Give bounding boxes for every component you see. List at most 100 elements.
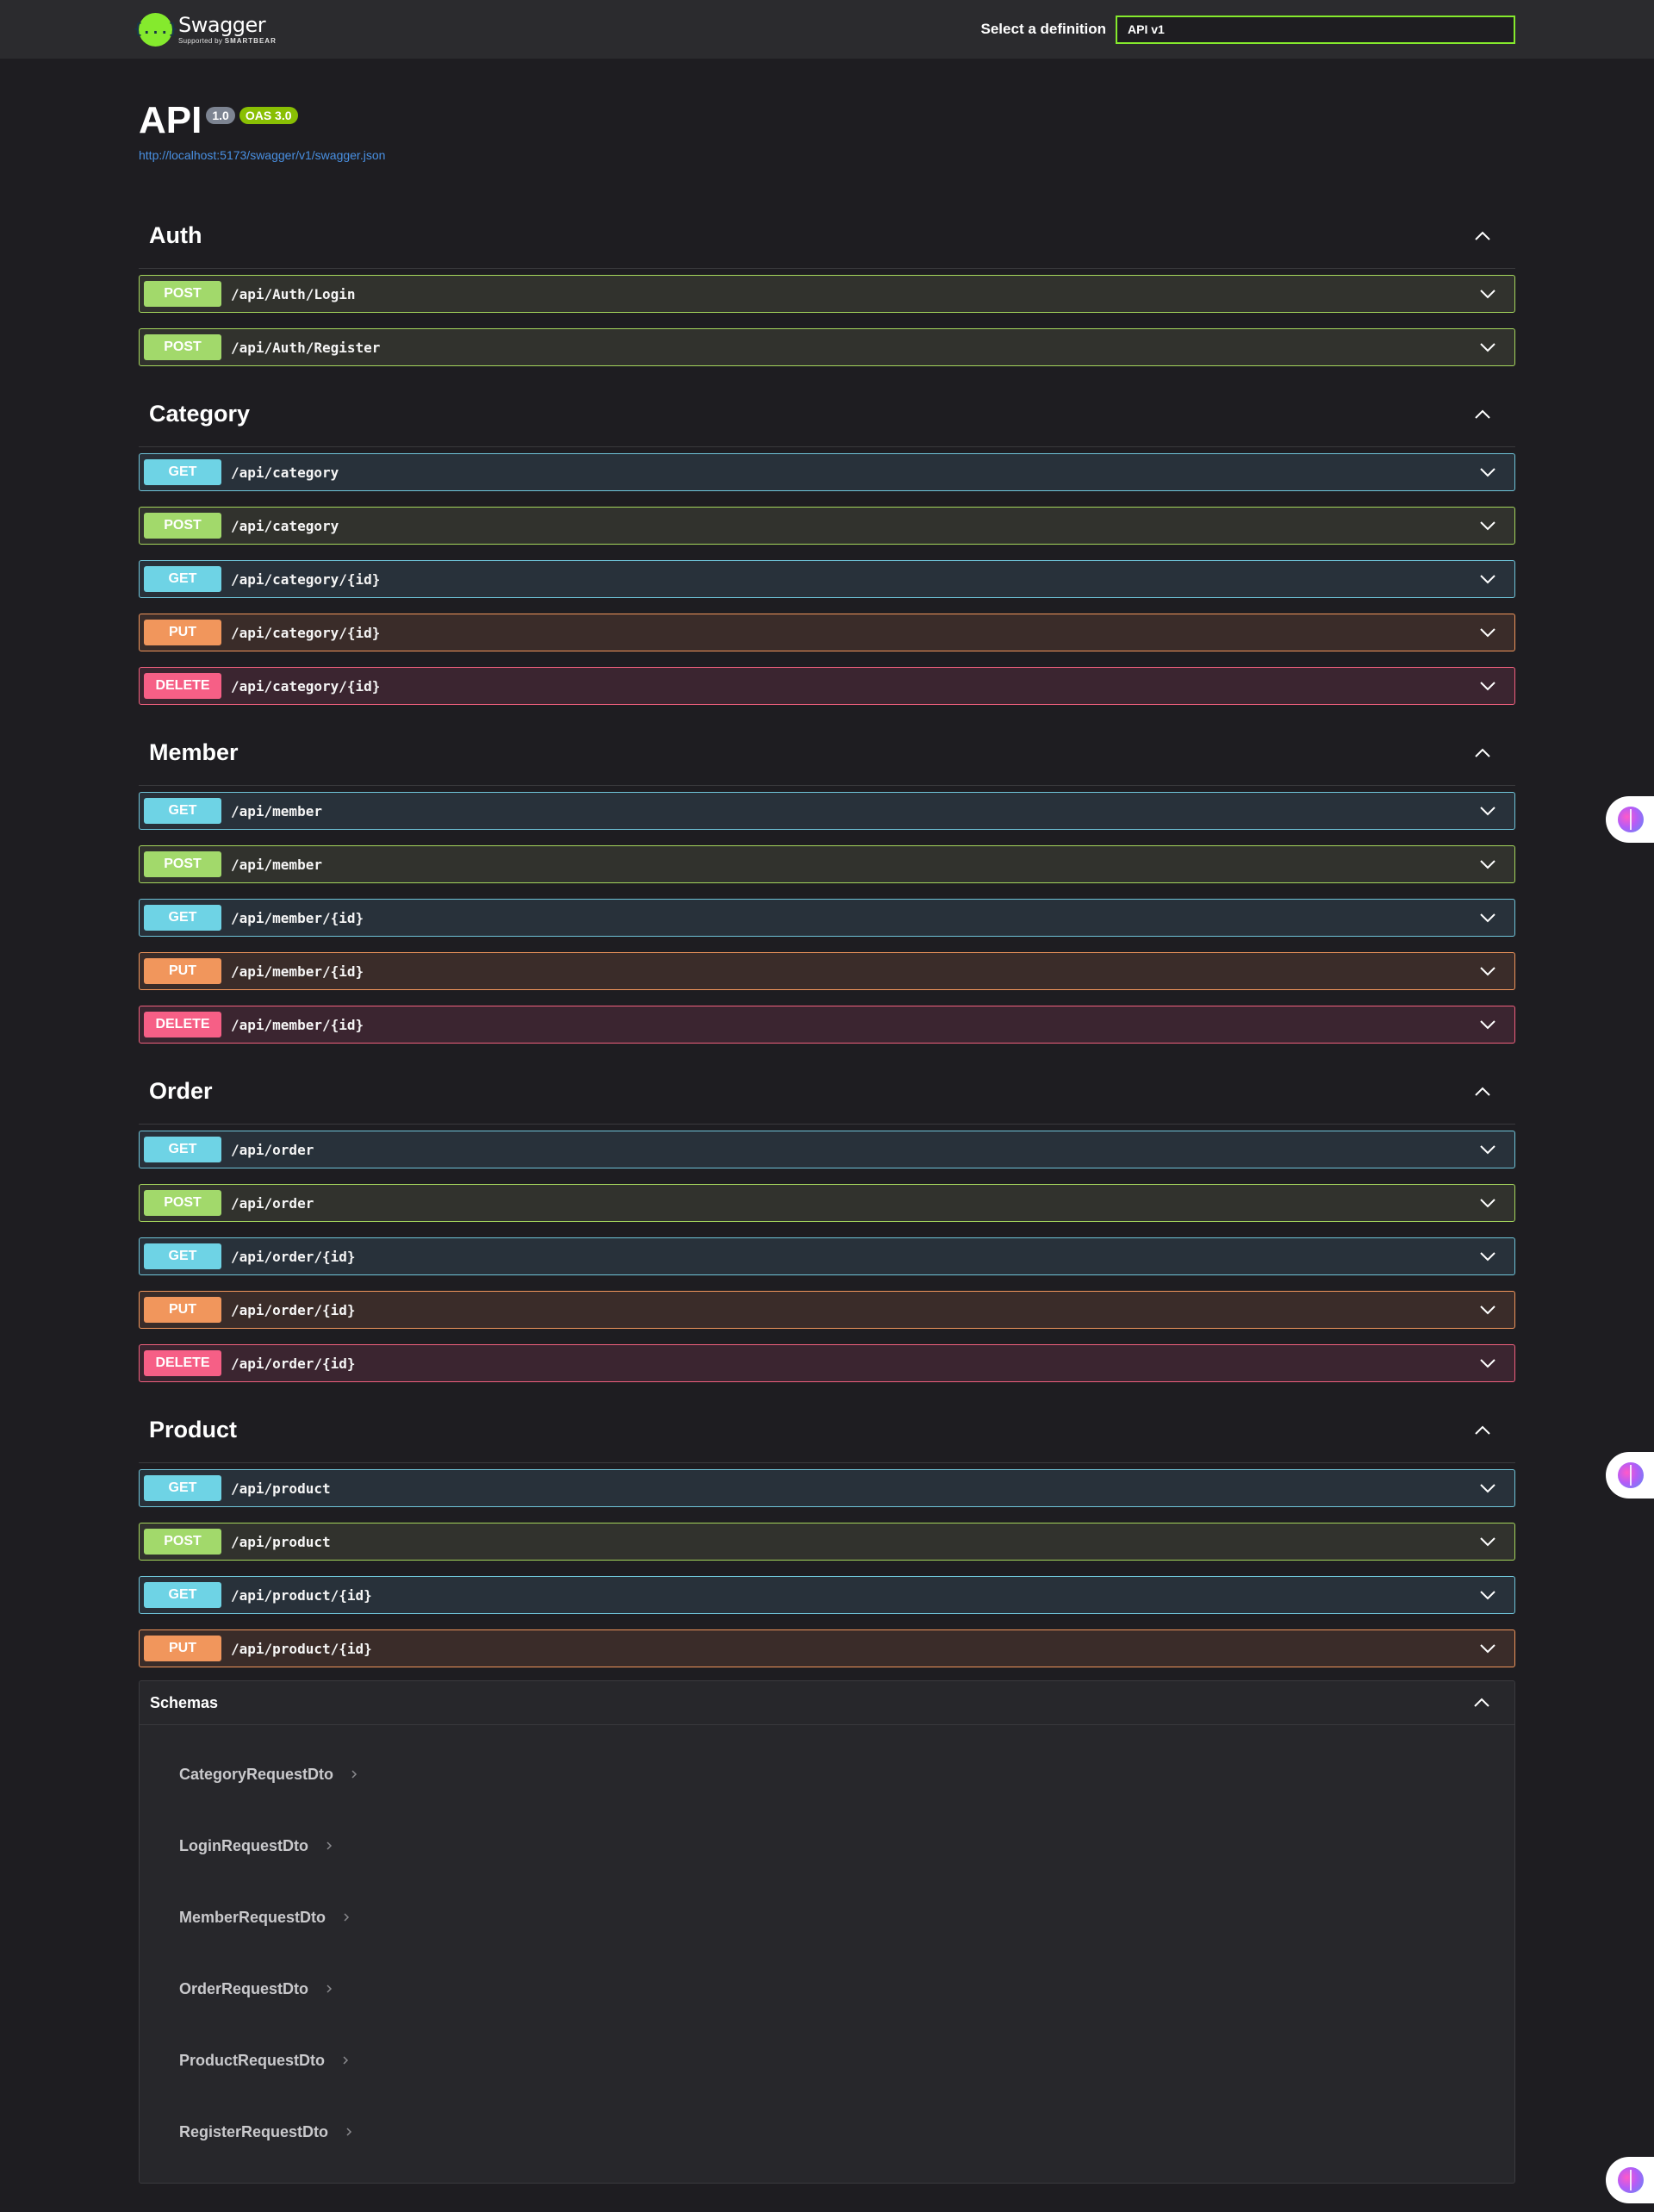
method-badge: POST [144,1190,221,1216]
tag-name: Category [149,401,251,427]
schema-name: LoginRequestDto [179,1837,308,1854]
method-badge: GET [144,459,221,485]
method-badge: POST [144,1529,221,1555]
info-title-row: API 1.0 OAS 3.0 [139,102,385,140]
assistant-float-button[interactable] [1606,2157,1654,2203]
tag-section-category: Category GET/api/category POST/api/categor… [139,382,1515,705]
method-badge: GET [144,905,221,931]
operation-row[interactable]: PUT/api/member/{id} [139,952,1515,990]
chevron-right-icon [342,2054,349,2068]
schema-item[interactable]: OrderRequestDto [179,1980,333,1998]
schema-item[interactable]: RegisterRequestDto [179,2123,352,2141]
brand-subtitle: Supported by SMARTBEAR [178,37,277,45]
operation-row[interactable]: POST/api/product [139,1523,1515,1561]
chevron-down-icon [1477,854,1498,875]
operation-row[interactable]: PUT/api/product/{id} [139,1629,1515,1667]
chevron-up-icon [1474,745,1491,762]
tag-name: Order [149,1078,213,1104]
definition-select[interactable]: API v1 [1116,15,1515,44]
operation-path: /api/order [231,1141,314,1158]
operation-row[interactable]: GET/api/category [139,453,1515,491]
chevron-down-icon [1477,462,1498,483]
schemas-title: Schemas [150,1693,219,1711]
operation-row[interactable]: POST/api/Auth/Login [139,275,1515,313]
assistant-float-button[interactable] [1606,796,1654,843]
chevron-down-icon [1477,1353,1498,1374]
operations-list: POST/api/Auth/Login POST/api/Auth/Registe… [139,269,1515,366]
operation-row[interactable]: GET/api/order [139,1131,1515,1168]
api-info: API 1.0 OAS 3.0 http://localhost:5173/sw… [139,102,385,163]
method-badge: POST [144,334,221,360]
operation-path: /api/product/{id} [231,1586,372,1604]
schema-item[interactable]: MemberRequestDto [179,1909,350,1927]
assistant-float-button[interactable] [1606,1452,1654,1499]
operation-row[interactable]: DELETE/api/member/{id} [139,1006,1515,1044]
operation-row[interactable]: PUT/api/category/{id} [139,614,1515,651]
tag-header[interactable]: Category [139,382,1515,447]
tag-header[interactable]: Product [139,1398,1515,1463]
chevron-down-icon [1477,676,1498,696]
operations-list: GET/api/category POST/api/category GET/api… [139,447,1515,705]
swagger-brand[interactable]: {...} Swagger Supported by SMARTBEAR [134,12,277,47]
operations-list: GET/api/order POST/api/order GET/api/order… [139,1125,1515,1382]
method-badge: GET [144,1475,221,1501]
tag-header[interactable]: Member [139,720,1515,786]
operation-row[interactable]: GET/api/member [139,792,1515,830]
operation-row[interactable]: GET/api/member/{id} [139,899,1515,937]
chevron-down-icon [1477,622,1498,643]
operation-row[interactable]: GET/api/product/{id} [139,1576,1515,1614]
schema-item[interactable]: CategoryRequestDto [179,1766,358,1784]
chevron-up-icon [1473,1694,1490,1711]
operation-path: /api/category [231,517,339,534]
oas-badge: OAS 3.0 [239,107,298,124]
operation-path: /api/member [231,856,322,873]
method-badge: GET [144,798,221,824]
brand-text: Swagger Supported by SMARTBEAR [178,15,277,45]
chevron-down-icon [1477,1246,1498,1267]
method-badge: DELETE [144,673,221,699]
operation-row[interactable]: GET/api/order/{id} [139,1237,1515,1275]
brain-icon [1618,1462,1644,1488]
operation-row[interactable]: POST/api/member [139,845,1515,883]
operation-row[interactable]: DELETE/api/order/{id} [139,1344,1515,1382]
brain-icon [1618,2167,1644,2193]
operation-path: /api/product [231,1533,331,1550]
operation-path: /api/Auth/Login [231,285,356,302]
method-badge: GET [144,566,221,592]
operation-row[interactable]: GET/api/category/{id} [139,560,1515,598]
chevron-down-icon [1477,515,1498,536]
chevron-down-icon [1477,801,1498,821]
spec-url-link[interactable]: http://localhost:5173/swagger/v1/swagger… [139,148,385,162]
chevron-up-icon [1474,406,1491,423]
method-badge: DELETE [144,1350,221,1376]
schema-name: MemberRequestDto [179,1909,326,1926]
schemas-section: Schemas CategoryRequestDto LoginRequestDt… [139,1680,1515,2184]
operation-row[interactable]: POST/api/Auth/Register [139,328,1515,366]
method-badge: PUT [144,1636,221,1661]
tag-section-order: Order GET/api/order POST/api/order GET/api/… [139,1059,1515,1382]
tag-header[interactable]: Order [139,1059,1515,1125]
tag-section-product: Product GET/api/product POST/api/product GE… [139,1398,1515,1721]
top-bar: {...} Swagger Supported by SMARTBEAR Sel… [0,0,1654,59]
chevron-down-icon [1477,1531,1498,1552]
tag-header[interactable]: Auth [139,203,1515,269]
schema-name: OrderRequestDto [179,1980,309,1997]
operation-path: /api/order/{id} [231,1355,356,1372]
operation-path: /api/member [231,802,322,819]
chevron-down-icon [1477,1585,1498,1605]
operation-row[interactable]: PUT/api/order/{id} [139,1291,1515,1329]
operation-row[interactable]: DELETE/api/category/{id} [139,667,1515,705]
operation-row[interactable]: GET/api/product [139,1469,1515,1507]
operations-list: GET/api/member POST/api/member GET/api/mem… [139,786,1515,1044]
schemas-header[interactable]: Schemas [140,1681,1514,1725]
chevron-right-icon [326,1983,333,1997]
operation-path: /api/category/{id} [231,570,381,588]
operation-row[interactable]: POST/api/category [139,507,1515,545]
operation-row[interactable]: POST/api/order [139,1184,1515,1222]
operation-path: /api/category/{id} [231,624,381,641]
operation-path: /api/category/{id} [231,677,381,695]
brain-icon [1618,807,1644,832]
schema-item[interactable]: ProductRequestDto [179,2052,349,2070]
swagger-logo-icon: {...} [134,12,177,47]
schema-item[interactable]: LoginRequestDto [179,1837,333,1855]
